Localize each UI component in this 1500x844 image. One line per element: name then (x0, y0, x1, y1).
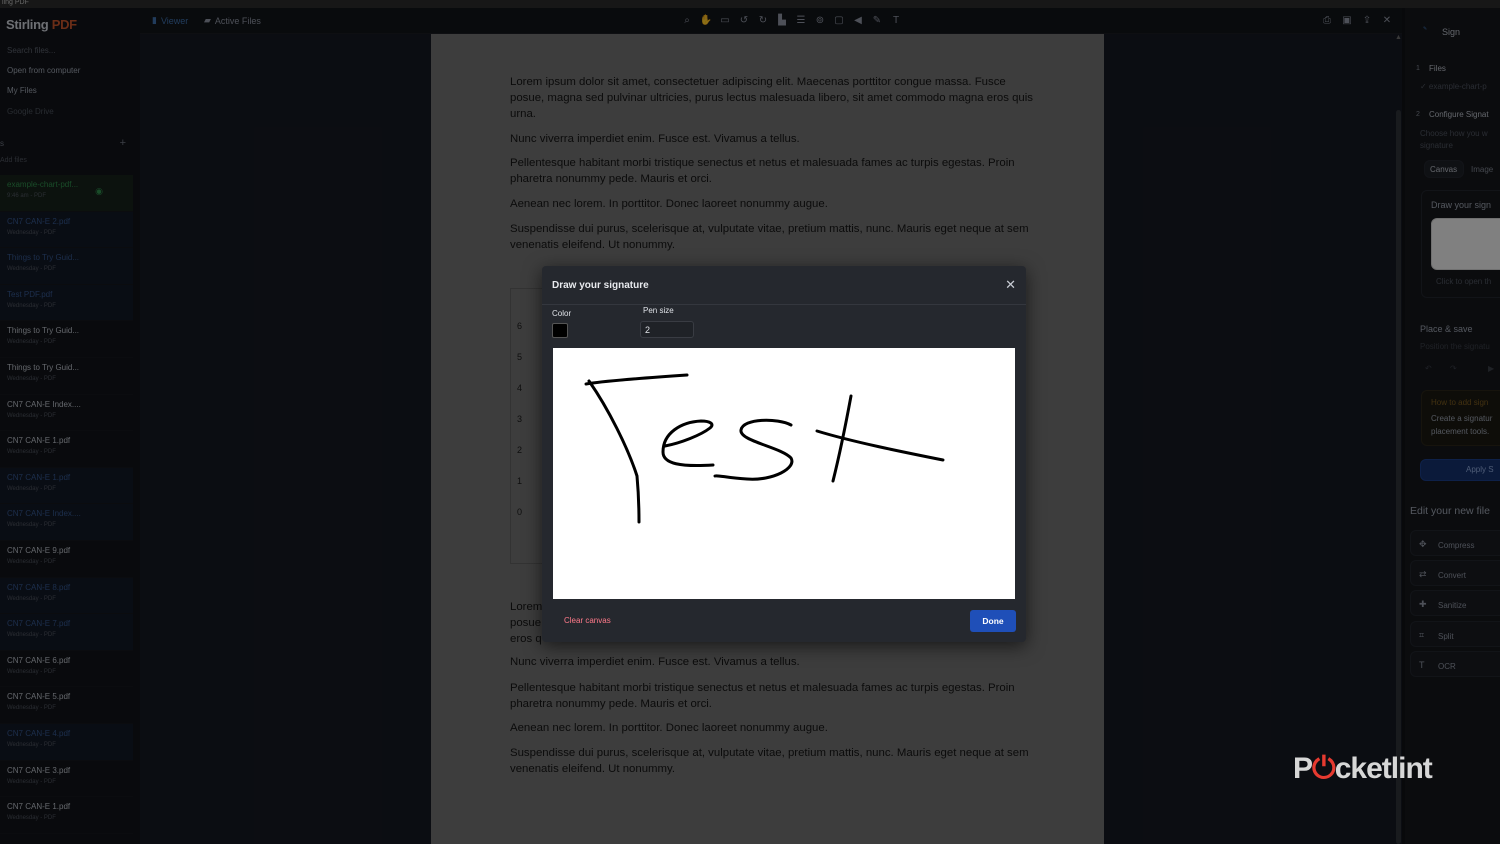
pen-size-input[interactable] (640, 321, 694, 338)
done-button[interactable]: Done (970, 610, 1016, 632)
close-icon[interactable]: ✕ (1005, 277, 1016, 293)
color-label: Color (552, 309, 572, 318)
draw-signature-modal: Draw your signature ✕ Color Pen size Cle… (542, 266, 1026, 642)
pen-size-label: Pen size (643, 306, 674, 315)
signature-canvas[interactable] (553, 348, 1015, 599)
watermark-text-start: P (1293, 752, 1313, 785)
modal-divider (542, 304, 1026, 305)
watermark-logo: P⏻cketlint (1293, 752, 1433, 786)
signature-drawing (584, 373, 945, 524)
modal-title: Draw your signature (552, 280, 649, 291)
watermark-text-end: cketlint (1334, 752, 1433, 785)
clear-canvas-button[interactable]: Clear canvas (564, 616, 611, 625)
power-icon: ⏻ (1312, 752, 1336, 785)
color-picker-swatch[interactable] (552, 323, 568, 338)
